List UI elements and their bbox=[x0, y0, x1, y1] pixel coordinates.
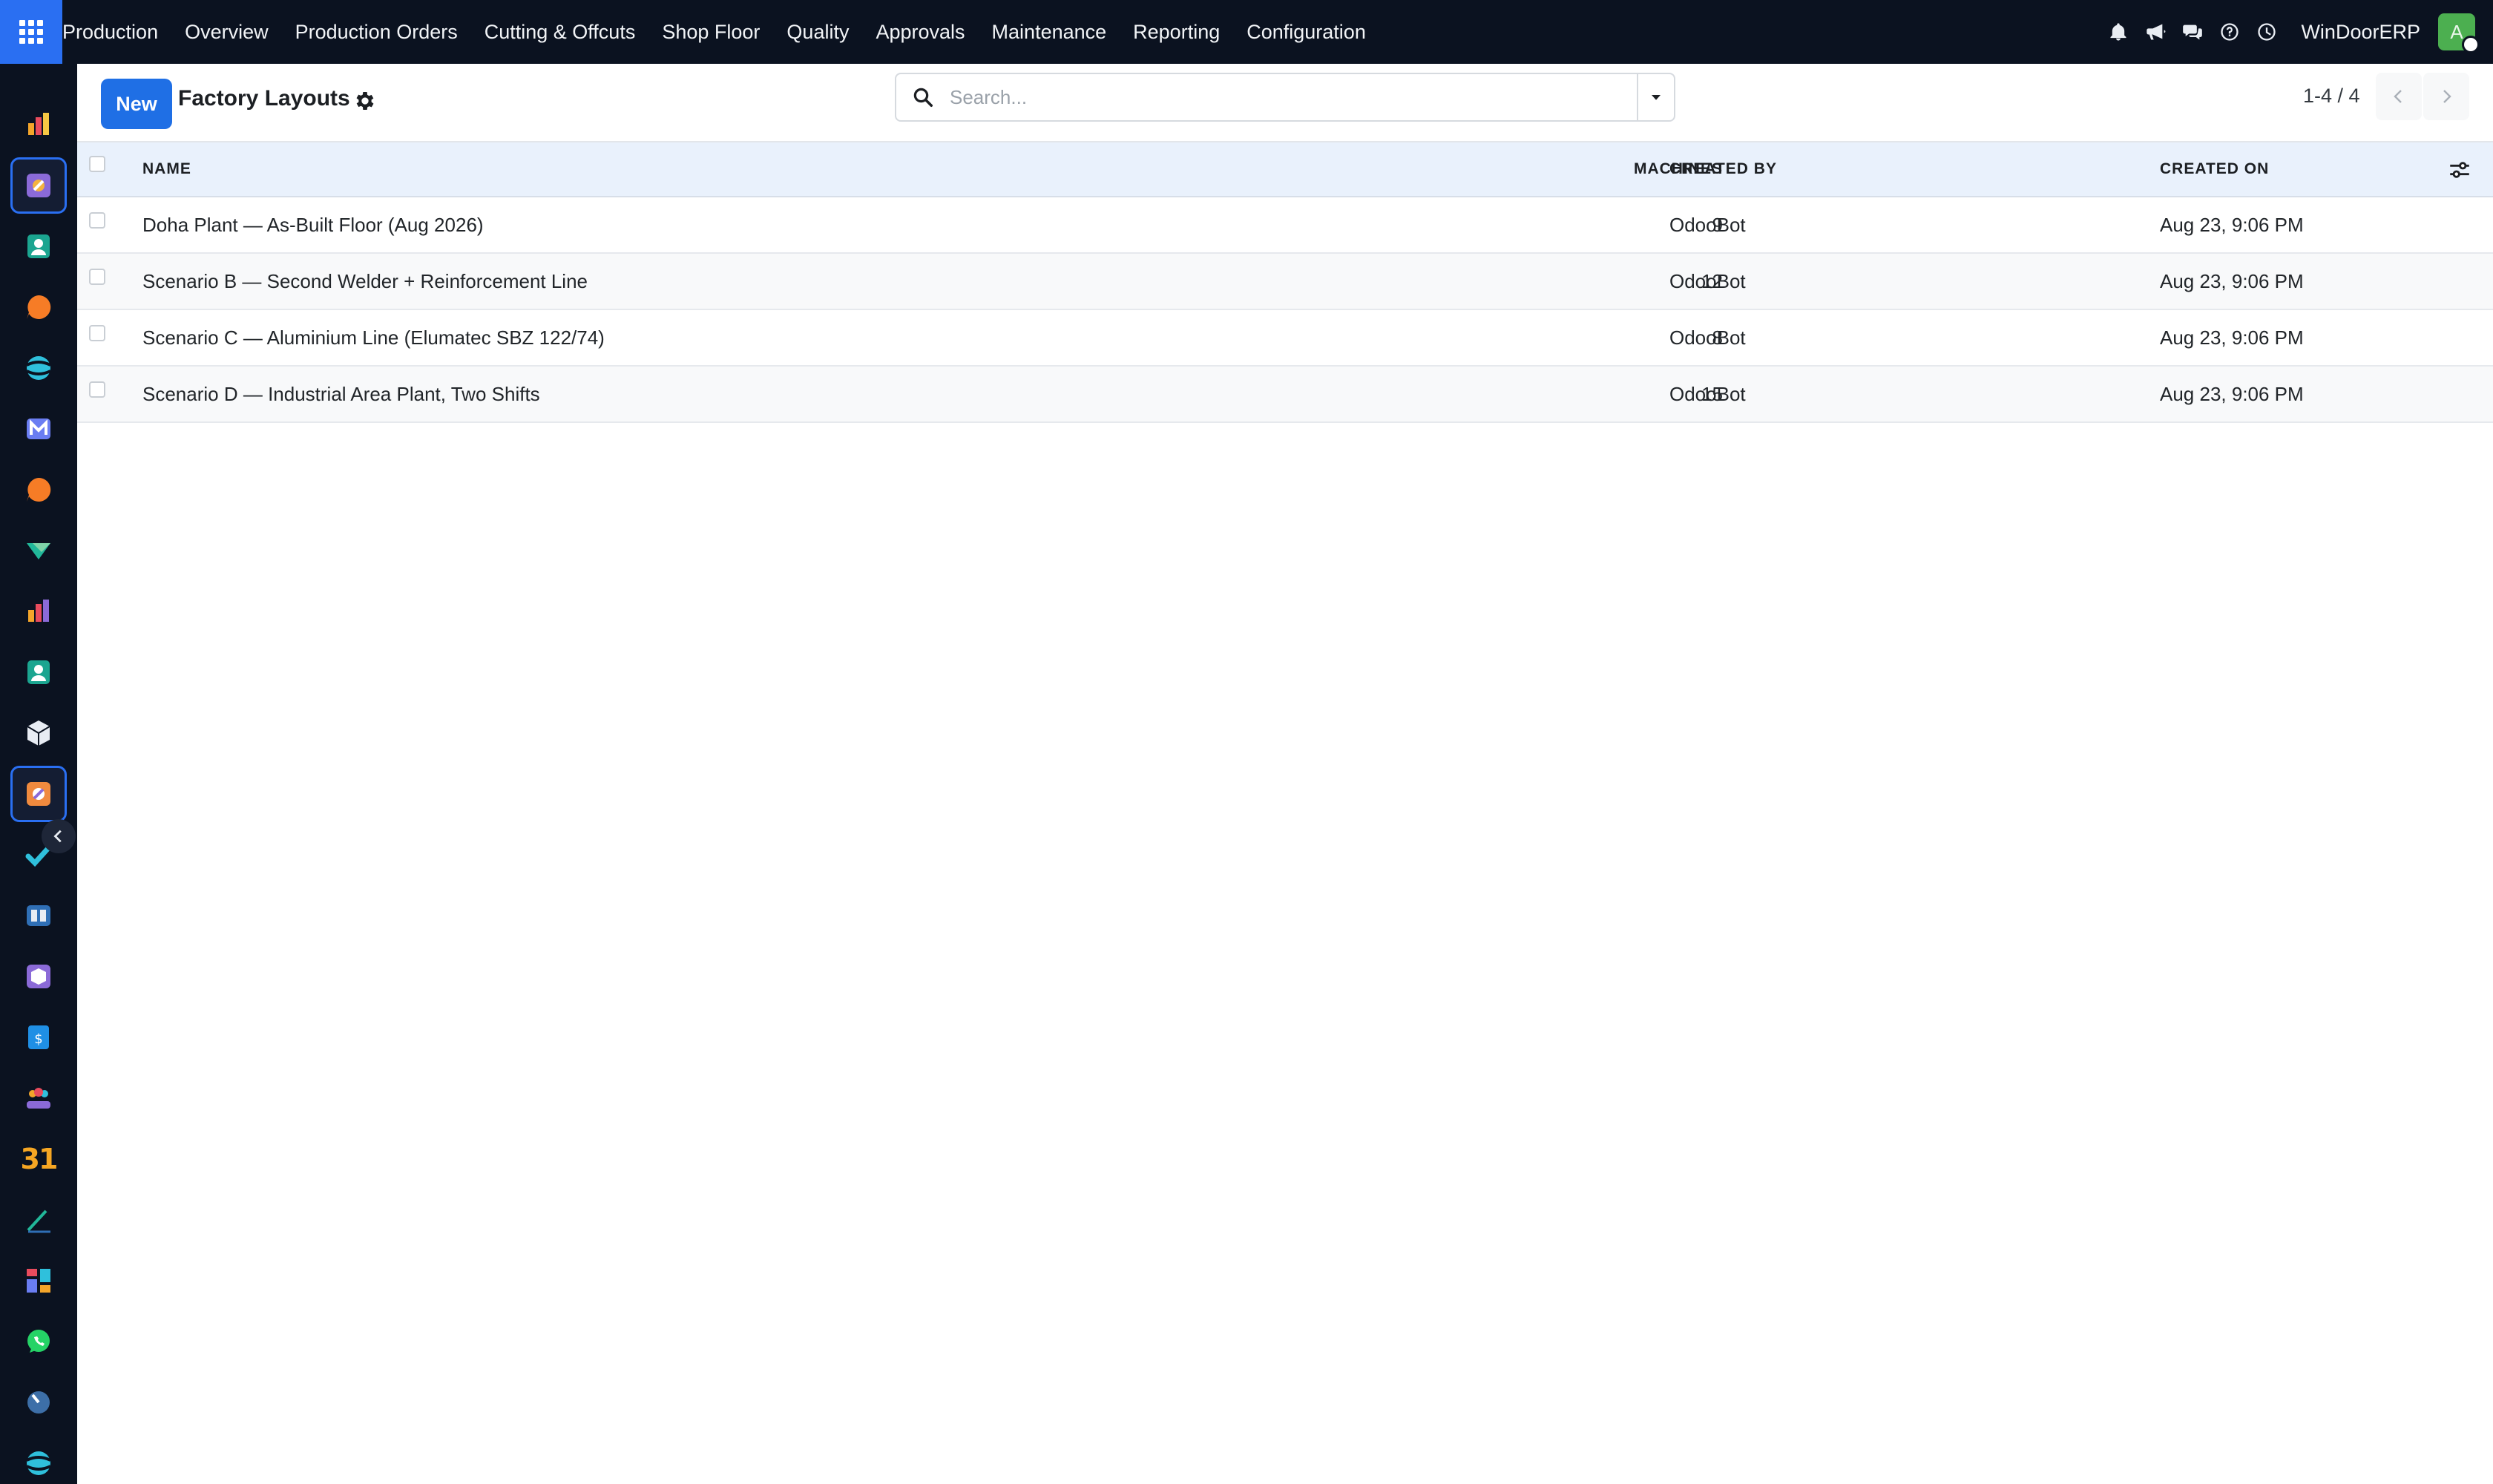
sidebar-app-signature-icon[interactable] bbox=[10, 1192, 67, 1248]
menu-quality[interactable]: Quality bbox=[773, 0, 862, 64]
help-icon[interactable] bbox=[2212, 14, 2247, 50]
svg-text:$: $ bbox=[34, 1031, 42, 1047]
sidebar-collapse-button[interactable] bbox=[42, 819, 76, 853]
menu-reporting[interactable]: Reporting bbox=[1120, 0, 1233, 64]
cell-created-by: OdooBot bbox=[1669, 213, 1746, 236]
presence-status-icon bbox=[2462, 36, 2480, 53]
row-checkbox[interactable] bbox=[89, 381, 105, 398]
control-panel: New Factory Layouts 1-4 / 4 bbox=[77, 64, 2493, 142]
cell-name: Scenario B — Second Welder + Reinforceme… bbox=[142, 269, 588, 292]
cell-created-on: Aug 23, 9:06 PM bbox=[2160, 382, 2304, 405]
sidebar-app-discuss-icon[interactable] bbox=[10, 279, 67, 335]
sidebar-app-whatsapp-icon[interactable] bbox=[10, 1313, 67, 1370]
table-row[interactable]: Scenario C — Aluminium Line (Elumatec SB… bbox=[77, 310, 2493, 367]
new-button[interactable]: New bbox=[101, 79, 172, 129]
menu-cutting-offcuts[interactable]: Cutting & Offcuts bbox=[471, 0, 649, 64]
menu-production[interactable]: Production bbox=[62, 0, 171, 64]
chevron-right-icon bbox=[2443, 90, 2451, 103]
search-input[interactable] bbox=[950, 75, 1637, 119]
sidebar-app-timer-icon[interactable] bbox=[10, 1374, 67, 1431]
systray: WinDoorERP A bbox=[2099, 0, 2493, 64]
cell-created-on: Aug 23, 9:06 PM bbox=[2160, 269, 2304, 292]
sidebar-app-dashboards-icon[interactable] bbox=[10, 1252, 67, 1309]
chat-icon[interactable] bbox=[2175, 14, 2210, 50]
cell-created-on: Aug 23, 9:06 PM bbox=[2160, 326, 2304, 349]
sidebar-app-website-icon[interactable] bbox=[10, 1435, 67, 1484]
sidebar-app-calendar-icon[interactable]: 31 bbox=[10, 1131, 67, 1187]
page-title: Factory Layouts bbox=[178, 86, 350, 111]
company-switcher[interactable]: WinDoorERP bbox=[2301, 21, 2420, 44]
menu-maintenance[interactable]: Maintenance bbox=[979, 0, 1120, 64]
avatar-initial: A bbox=[2450, 20, 2463, 43]
sidebar-app-knowledge-icon[interactable] bbox=[10, 887, 67, 944]
sidebar-app-cube-icon[interactable] bbox=[10, 705, 67, 761]
row-checkbox[interactable] bbox=[89, 212, 105, 229]
cell-name: Scenario D — Industrial Area Plant, Two … bbox=[142, 382, 540, 405]
main-menu: Production Overview Production Orders Cu… bbox=[62, 0, 1379, 64]
calendar-day-label: 31 bbox=[20, 1143, 59, 1175]
column-header-created-by[interactable]: CREATED BY bbox=[1669, 142, 1777, 196]
gear-icon[interactable] bbox=[353, 89, 377, 113]
menu-production-orders[interactable]: Production Orders bbox=[282, 0, 471, 64]
user-avatar[interactable]: A bbox=[2438, 13, 2480, 53]
caret-down-icon bbox=[1652, 95, 1661, 100]
cell-name: Scenario C — Aluminium Line (Elumatec SB… bbox=[142, 326, 605, 349]
menu-overview[interactable]: Overview bbox=[171, 0, 282, 64]
sidebar-app-website-icon[interactable] bbox=[10, 340, 67, 396]
pager-previous-button[interactable] bbox=[2376, 73, 2422, 120]
grid-icon bbox=[19, 20, 43, 44]
sidebar-app-bar-chart-icon[interactable] bbox=[10, 583, 67, 640]
sidebar-app-invoicing-icon[interactable]: $ bbox=[10, 1009, 67, 1066]
menu-shop-floor[interactable]: Shop Floor bbox=[648, 0, 773, 64]
cell-created-by: OdooBot bbox=[1669, 382, 1746, 405]
sidebar-app-manufacturing-icon[interactable] bbox=[10, 766, 67, 822]
app-root: Production Overview Production Orders Cu… bbox=[0, 0, 2493, 1484]
pager-next-button[interactable] bbox=[2423, 73, 2469, 120]
row-checkbox[interactable] bbox=[89, 325, 105, 341]
optional-columns-sliders-icon[interactable] bbox=[2447, 157, 2472, 183]
app-sidebar: $ 31 bbox=[0, 64, 77, 1484]
column-header-created-on[interactable]: CREATED ON bbox=[2160, 142, 2269, 196]
cell-created-by: OdooBot bbox=[1669, 326, 1746, 349]
cell-created-on: Aug 23, 9:06 PM bbox=[2160, 213, 2304, 236]
pager-value[interactable]: 1-4 / 4 bbox=[2303, 85, 2360, 108]
sidebar-app-employees-icon[interactable] bbox=[10, 1070, 67, 1126]
sidebar-app-contacts-icon[interactable] bbox=[10, 644, 67, 700]
cell-name: Doha Plant — As-Built Floor (Aug 2026) bbox=[142, 213, 484, 236]
sidebar-app-email-marketing-icon[interactable] bbox=[10, 401, 67, 457]
search-options-toggle[interactable] bbox=[1637, 74, 1674, 120]
column-header-name[interactable]: NAME bbox=[142, 142, 191, 196]
select-all-checkbox[interactable] bbox=[89, 156, 105, 172]
list-view: NAME MACHINES CREATED BY CREATED ON Doha… bbox=[77, 142, 2493, 423]
chevron-left-icon bbox=[53, 830, 62, 843]
bell-icon[interactable] bbox=[2101, 14, 2136, 50]
sidebar-app-manufacturing-icon[interactable] bbox=[10, 157, 67, 214]
search-icon[interactable] bbox=[896, 74, 950, 120]
sidebar-app-contacts-icon[interactable] bbox=[10, 218, 67, 275]
sidebar-app-discuss-icon[interactable] bbox=[10, 462, 67, 518]
table-row[interactable]: Doha Plant — As-Built Floor (Aug 2026) 9… bbox=[77, 197, 2493, 254]
sidebar-app-3d-box-icon[interactable] bbox=[10, 948, 67, 1005]
search-bar bbox=[895, 73, 1675, 122]
row-checkbox[interactable] bbox=[89, 269, 105, 285]
table-row[interactable]: Scenario B — Second Welder + Reinforceme… bbox=[77, 254, 2493, 310]
clock-icon[interactable] bbox=[2249, 14, 2285, 50]
top-navbar: Production Overview Production Orders Cu… bbox=[0, 0, 2493, 64]
sidebar-app-sign-icon[interactable] bbox=[10, 522, 67, 579]
megaphone-icon[interactable] bbox=[2138, 14, 2173, 50]
menu-configuration[interactable]: Configuration bbox=[1233, 0, 1379, 64]
chevron-left-icon bbox=[2394, 90, 2402, 103]
table-header: NAME MACHINES CREATED BY CREATED ON bbox=[77, 142, 2493, 197]
cell-created-by: OdooBot bbox=[1669, 269, 1746, 292]
sidebar-app-bar-chart-icon[interactable] bbox=[10, 96, 67, 153]
table-row[interactable]: Scenario D — Industrial Area Plant, Two … bbox=[77, 367, 2493, 423]
menu-approvals[interactable]: Approvals bbox=[862, 0, 978, 64]
apps-menu-button[interactable] bbox=[0, 0, 62, 64]
